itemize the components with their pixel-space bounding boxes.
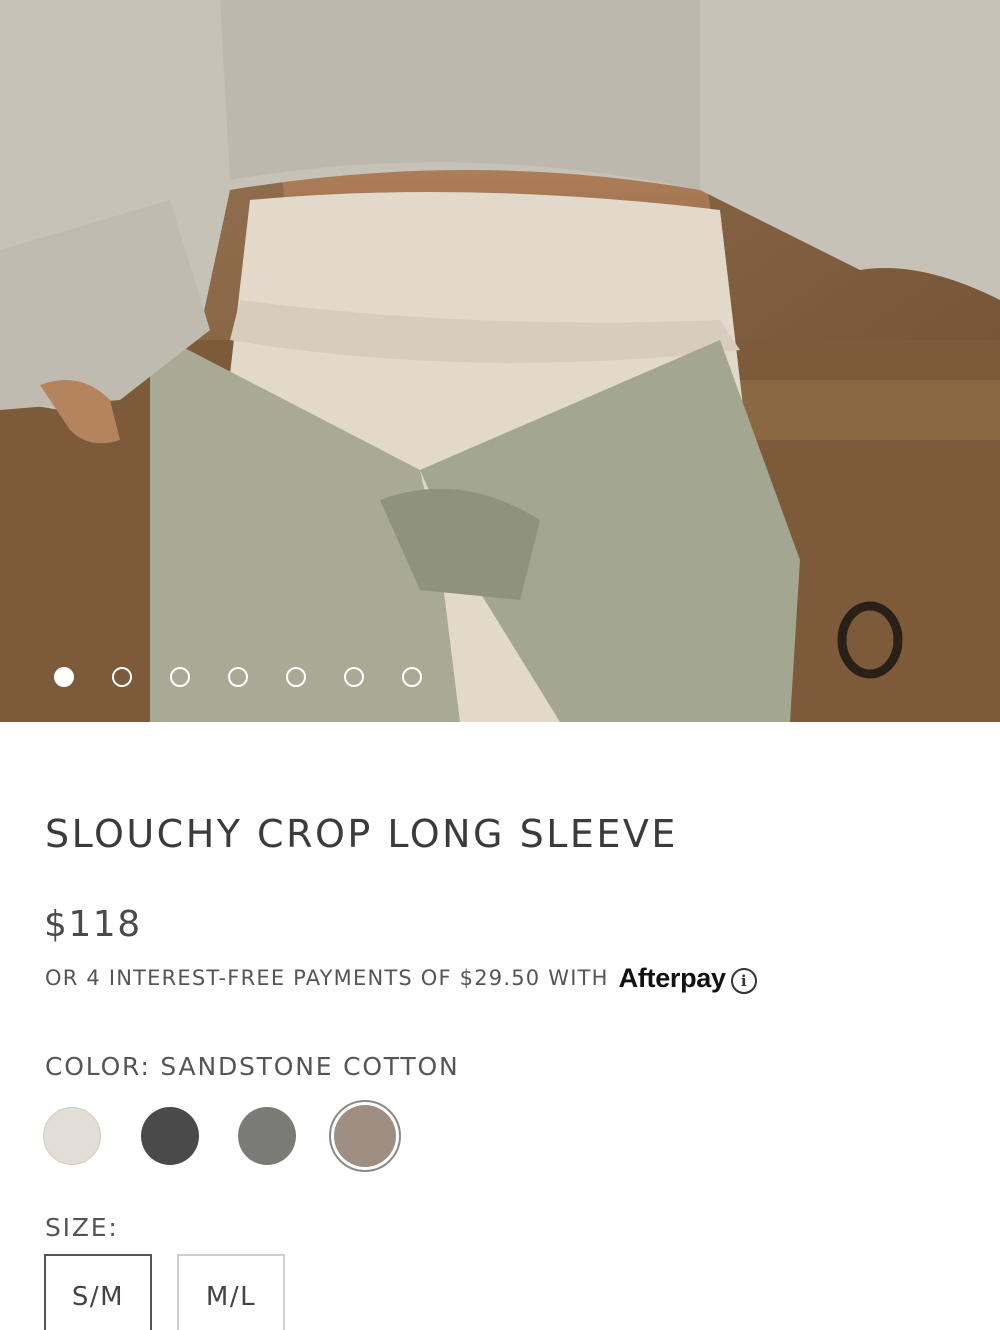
afterpay-installments: OR 4 INTEREST-FREE PAYMENTS OF $29.50 WI…	[45, 962, 757, 994]
carousel-dot[interactable]	[112, 667, 132, 687]
carousel-dot[interactable]	[170, 667, 190, 687]
carousel-dot[interactable]	[54, 667, 74, 687]
carousel-dot[interactable]	[344, 667, 364, 687]
swatch-sandstone-selected[interactable]	[329, 1100, 401, 1172]
installment-text: OR 4 INTEREST-FREE PAYMENTS OF $29.50 WI…	[45, 966, 609, 990]
carousel-dot[interactable]	[228, 667, 248, 687]
size-label: SIZE:	[45, 1213, 119, 1242]
product-price: $118	[44, 904, 142, 945]
carousel-indicators	[54, 666, 422, 688]
info-icon[interactable]: i	[730, 968, 757, 994]
swatch-sandstone	[334, 1105, 396, 1167]
swatch-charcoal[interactable]	[141, 1107, 199, 1165]
product-image[interactable]	[0, 0, 1000, 722]
afterpay-logo: Afterpay	[618, 962, 726, 993]
product-title: SLOUCHY CROP LONG SLEEVE	[45, 812, 678, 856]
carousel-dot[interactable]	[402, 667, 422, 687]
carousel-dot[interactable]	[286, 667, 306, 687]
color-label: COLOR: SANDSTONE COTTON	[45, 1052, 460, 1081]
swatch-grey[interactable]	[238, 1107, 296, 1165]
size-option-m-l[interactable]: M/L	[177, 1254, 285, 1330]
size-option-s-m[interactable]: S/M	[44, 1254, 152, 1330]
swatch-cream[interactable]	[43, 1107, 101, 1165]
product-photo-illustration	[0, 0, 1000, 722]
